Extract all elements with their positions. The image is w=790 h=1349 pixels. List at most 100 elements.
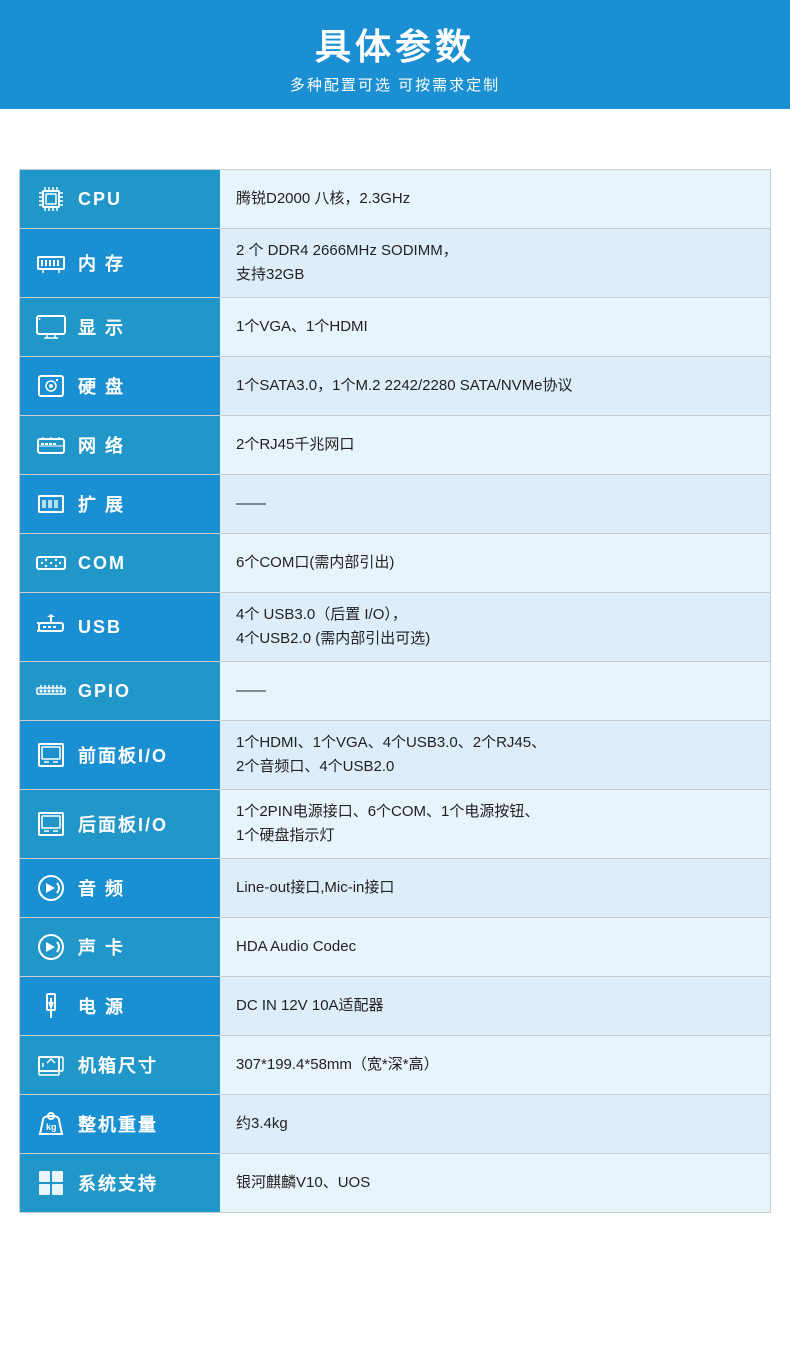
label-text-hdd: 硬 盘 [78,373,125,399]
usb-icon [32,608,70,646]
label-soundcard: 声 卡 [20,918,220,976]
value-usb: 4个 USB3.0（后置 I/O），4个USB2.0 (需内部引出可选) [220,593,770,661]
value-com: 6个COM口(需内部引出) [220,534,770,592]
value-text-audio: Line-out接口,Mic-in接口 [236,876,394,900]
label-network: 网 络 [20,416,220,474]
value-text-soundcard: HDA Audio Codec [236,935,356,959]
specs-table: CPU 腾锐D2000 八核，2.3GHz 内 存 2 个 DDR4 2666MHz… [19,169,771,1213]
row-os: 系统支持 银河麒麟V10、UOS [20,1154,770,1212]
label-text-soundcard: 声 卡 [78,934,125,960]
label-text-memory: 内 存 [78,250,125,276]
row-dimensions: 机箱尺寸 307*199.4*58mm（宽*深*高） [20,1036,770,1095]
value-network: 2个RJ45千兆网口 [220,416,770,474]
row-usb: USB 4个 USB3.0（后置 I/O），4个USB2.0 (需内部引出可选) [20,593,770,662]
label-text-cpu: CPU [78,189,122,210]
gpio-icon [32,672,70,710]
row-hdd: 硬 盘 1个SATA3.0，1个M.2 2242/2280 SATA/NVMe协议 [20,357,770,416]
label-gpio: GPIO [20,662,220,720]
value-text-hdd: 1个SATA3.0，1个M.2 2242/2280 SATA/NVMe协议 [236,374,573,398]
label-text-gpio: GPIO [78,681,131,702]
value-text-weight: 约3.4kg [236,1112,288,1136]
value-rear-io: 1个2PIN电源接口、6个COM、1个电源按钮、1个硬盘指示灯 [220,790,770,858]
label-display: 显 示 [20,298,220,356]
label-text-os: 系统支持 [78,1170,158,1196]
svg-text:kg: kg [46,1122,57,1132]
label-text-network: 网 络 [78,432,125,458]
page-title: 具体参数 [20,18,770,70]
row-audio: 音 频 Line-out接口,Mic-in接口 [20,859,770,918]
page-subtitle: 多种配置可选 可按需求定制 [20,74,770,95]
value-memory: 2 个 DDR4 2666MHz SODIMM，支持32GB [220,229,770,297]
os-icon [32,1164,70,1202]
value-text-display: 1个VGA、1个HDMI [236,315,368,339]
audio-icon [32,869,70,907]
label-text-audio: 音 频 [78,875,125,901]
label-dimensions: 机箱尺寸 [20,1036,220,1094]
row-expand: 扩 展 —— [20,475,770,534]
label-hdd: 硬 盘 [20,357,220,415]
value-text-rear-io: 1个2PIN电源接口、6个COM、1个电源按钮、1个硬盘指示灯 [236,800,539,848]
label-text-rear-io: 后面板I/O [78,811,168,837]
label-expand: 扩 展 [20,475,220,533]
label-front-io: 前面板I/O [20,721,220,789]
value-text-os: 银河麒麟V10、UOS [236,1171,370,1195]
cpu-icon [32,180,70,218]
label-os: 系统支持 [20,1154,220,1212]
row-memory: 内 存 2 个 DDR4 2666MHz SODIMM，支持32GB [20,229,770,298]
spacer [0,109,790,169]
value-gpio: —— [220,662,770,720]
com-icon [32,544,70,582]
value-soundcard: HDA Audio Codec [220,918,770,976]
row-power: 电 源 DC IN 12V 10A适配器 [20,977,770,1036]
label-text-front-io: 前面板I/O [78,742,168,768]
label-text-dimensions: 机箱尺寸 [78,1052,158,1078]
label-memory: 内 存 [20,229,220,297]
value-text-network: 2个RJ45千兆网口 [236,433,354,457]
label-weight: kg 整机重量 [20,1095,220,1153]
dimensions-icon [32,1046,70,1084]
label-com: COM [20,534,220,592]
row-soundcard: 声 卡 HDA Audio Codec [20,918,770,977]
label-audio: 音 频 [20,859,220,917]
label-text-usb: USB [78,617,122,638]
soundcard-icon [32,928,70,966]
value-dimensions: 307*199.4*58mm（宽*深*高） [220,1036,770,1094]
value-text-front-io: 1个HDMI、1个VGA、4个USB3.0、2个RJ45、2个音频口、4个USB… [236,731,546,779]
expand-icon [32,485,70,523]
hdd-icon [32,367,70,405]
row-cpu: CPU 腾锐D2000 八核，2.3GHz [20,170,770,229]
value-hdd: 1个SATA3.0，1个M.2 2242/2280 SATA/NVMe协议 [220,357,770,415]
value-cpu: 腾锐D2000 八核，2.3GHz [220,170,770,228]
row-front-io: 前面板I/O 1个HDMI、1个VGA、4个USB3.0、2个RJ45、2个音频口… [20,721,770,790]
value-text-gpio: —— [236,679,266,703]
row-weight: kg 整机重量约3.4kg [20,1095,770,1154]
row-display: 显 示 1个VGA、1个HDMI [20,298,770,357]
label-text-weight: 整机重量 [78,1111,158,1137]
network-icon [32,426,70,464]
value-text-memory: 2 个 DDR4 2666MHz SODIMM，支持32GB [236,239,458,287]
header: 具体参数 多种配置可选 可按需求定制 [0,0,790,109]
value-text-cpu: 腾锐D2000 八核，2.3GHz [236,187,410,211]
row-gpio: GPIO —— [20,662,770,721]
label-text-power: 电 源 [78,993,125,1019]
label-text-display: 显 示 [78,314,125,340]
rear-io-icon [32,805,70,843]
row-network: 网 络 2个RJ45千兆网口 [20,416,770,475]
label-cpu: CPU [20,170,220,228]
label-text-com: COM [78,553,126,574]
weight-icon: kg [32,1105,70,1143]
value-power: DC IN 12V 10A适配器 [220,977,770,1035]
value-text-dimensions: 307*199.4*58mm（宽*深*高） [236,1053,439,1077]
value-audio: Line-out接口,Mic-in接口 [220,859,770,917]
value-front-io: 1个HDMI、1个VGA、4个USB3.0、2个RJ45、2个音频口、4个USB… [220,721,770,789]
power-icon [32,987,70,1025]
value-os: 银河麒麟V10、UOS [220,1154,770,1212]
value-text-com: 6个COM口(需内部引出) [236,551,394,575]
label-text-expand: 扩 展 [78,491,125,517]
value-expand: —— [220,475,770,533]
row-com: COM 6个COM口(需内部引出) [20,534,770,593]
label-rear-io: 后面板I/O [20,790,220,858]
memory-icon [32,244,70,282]
label-power: 电 源 [20,977,220,1035]
row-rear-io: 后面板I/O 1个2PIN电源接口、6个COM、1个电源按钮、1个硬盘指示灯 [20,790,770,859]
